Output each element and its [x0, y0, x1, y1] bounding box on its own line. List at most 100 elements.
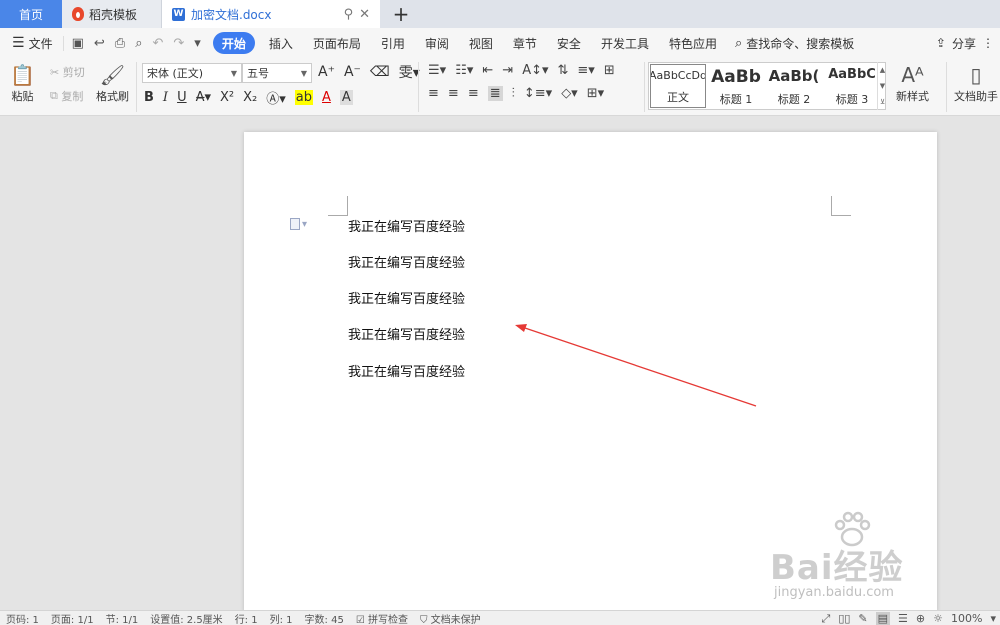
zoom-level[interactable]: 100%	[951, 612, 982, 625]
status-page-number[interactable]: 页码: 1	[0, 611, 45, 625]
status-section[interactable]: 节: 1/1	[100, 611, 145, 625]
paragraph-marker[interactable]: ▾	[290, 218, 307, 230]
menu-item-review[interactable]: 审阅	[415, 32, 459, 54]
distributed-icon[interactable]: ⫶	[512, 86, 515, 101]
document-line[interactable]: 我正在编写百度经验	[348, 288, 465, 307]
text-direction-icon[interactable]: A↕▾	[522, 63, 548, 78]
increase-indent-icon[interactable]: ⇥	[502, 63, 513, 78]
file-menu-button[interactable]: ☰ 文件	[0, 35, 63, 52]
tab-document[interactable]: W 加密文档.docx ⚲ ✕	[162, 0, 380, 28]
chevron-down-icon[interactable]: ▼	[880, 82, 885, 90]
fullscreen-icon[interactable]: ⤢	[822, 612, 831, 625]
italic-button[interactable]: I	[163, 90, 168, 105]
eye-protect-icon[interactable]: ☼	[933, 612, 943, 625]
status-row[interactable]: 行: 1	[229, 611, 264, 625]
cut-button[interactable]: ✂ 剪切	[50, 64, 85, 80]
web-view-icon[interactable]: ⊕	[916, 612, 925, 625]
spell-check-button[interactable]: ☑ 拼写检查	[350, 611, 414, 625]
subscript-icon[interactable]: X₂	[243, 90, 257, 105]
menu-item-security[interactable]: 安全	[547, 32, 591, 54]
close-icon[interactable]: ✕	[359, 7, 370, 22]
font-size-select[interactable]: 五号 ▼	[242, 63, 312, 83]
text-effect-icon[interactable]: Ⓐ▾	[266, 88, 286, 107]
command-search[interactable]: ⌕ 查找命令、搜索模板	[727, 35, 862, 52]
redo-icon[interactable]: ↷	[173, 36, 184, 51]
menu-item-layout[interactable]: 页面布局	[303, 32, 371, 54]
menu-item-developer[interactable]: 开发工具	[591, 32, 659, 54]
expand-icon[interactable]: ⊻	[880, 98, 885, 106]
clear-format-icon[interactable]: ⌫	[370, 64, 390, 80]
line-spacing-icon[interactable]: ↕≡▾	[524, 86, 552, 101]
char-shading-icon[interactable]: A	[339, 90, 353, 105]
font-name-select[interactable]: 宋体 (正文) ▼	[142, 63, 242, 83]
style-heading-1[interactable]: AaBb 标题 1	[707, 63, 765, 109]
status-pages[interactable]: 页面: 1/1	[45, 611, 100, 625]
superscript-icon[interactable]: X²	[220, 90, 234, 105]
paste-button[interactable]: 📋 粘贴	[10, 62, 35, 104]
menu-item-references[interactable]: 引用	[371, 32, 415, 54]
shrink-font-icon[interactable]: A⁻	[344, 64, 361, 80]
grow-font-icon[interactable]: A⁺	[318, 64, 335, 80]
document-line[interactable]: 我正在编写百度经验	[348, 361, 465, 380]
tab-template[interactable]: 稻壳模板	[62, 0, 162, 28]
highlight-icon[interactable]: ab	[294, 90, 313, 105]
style-heading-2[interactable]: AaBb( 标题 2	[765, 63, 823, 109]
sort-icon[interactable]: ⇅	[558, 63, 569, 78]
chevron-up-icon[interactable]: ▲	[880, 66, 885, 74]
menu-item-home[interactable]: 开始	[212, 32, 255, 54]
save-icon[interactable]: ▣	[72, 36, 84, 51]
customize-qa-icon[interactable]: ▾	[194, 36, 201, 51]
print-icon[interactable]: ⎙	[115, 36, 125, 51]
chevron-down-icon[interactable]: ▾	[990, 612, 996, 625]
styles-scroll[interactable]: ▲ ▼ ⊻	[877, 62, 887, 110]
font-color-icon[interactable]: A	[322, 90, 331, 105]
chevron-down-icon: ▾	[302, 218, 308, 230]
copy-button[interactable]: ⧉ 复制	[50, 88, 83, 104]
underline-button[interactable]: U	[177, 90, 187, 105]
align-right-icon[interactable]: ≡	[468, 86, 479, 101]
share-button[interactable]: 分享	[952, 35, 976, 52]
tab-home[interactable]: 首页	[0, 0, 62, 28]
status-word-count[interactable]: 字数: 45	[299, 611, 350, 625]
reading-mode-icon[interactable]: ▯▯	[838, 612, 850, 625]
undo-icon[interactable]: ↶	[152, 36, 163, 51]
document-line[interactable]: 我正在编写百度经验	[348, 324, 465, 343]
doc-protect-button[interactable]: ⛉ 文档未保护	[414, 611, 487, 625]
bullets-icon[interactable]: ☰▾	[428, 63, 446, 78]
style-sample: AaBbCcDd	[650, 69, 706, 82]
align-left-icon[interactable]: ≡	[428, 86, 439, 101]
redo-format-icon[interactable]: ↩	[94, 36, 105, 51]
print-preview-icon[interactable]: ⌕	[135, 36, 142, 51]
document-line[interactable]: 我正在编写百度经验	[348, 252, 465, 271]
phonetic-icon[interactable]: 雯▾	[399, 62, 420, 82]
tab-document-label: 加密文档.docx	[191, 7, 272, 22]
table-border-icon[interactable]: ⊞	[604, 63, 615, 78]
status-col[interactable]: 列: 1	[264, 611, 299, 625]
pin-icon[interactable]: ⚲	[344, 7, 354, 22]
style-normal[interactable]: AaBbCcDd 正文	[650, 64, 706, 108]
new-style-button[interactable]: Aᴬ 新样式	[896, 62, 929, 104]
new-tab-button[interactable]: +	[386, 0, 416, 28]
outline-view-icon[interactable]: ☰	[898, 612, 908, 625]
format-painter-button[interactable]: 🖌 格式刷	[96, 62, 129, 104]
decrease-indent-icon[interactable]: ⇤	[482, 63, 493, 78]
status-setting[interactable]: 设置值: 2.5厘米	[144, 611, 228, 625]
justify-icon[interactable]: ≣	[487, 86, 503, 101]
document-line[interactable]: 我正在编写百度经验	[348, 216, 465, 235]
bold-button[interactable]: B	[144, 90, 154, 105]
borders-icon[interactable]: ⊞▾	[587, 86, 604, 101]
strikethrough-icon[interactable]: A̶▾	[196, 90, 211, 105]
align-center-icon[interactable]: ≡	[448, 86, 459, 101]
menu-item-view[interactable]: 视图	[459, 32, 503, 54]
page-view-icon[interactable]: ▤	[875, 612, 891, 625]
doc-assistant-button[interactable]: ▯ 文档助手	[954, 62, 998, 104]
more-icon[interactable]: ⋮	[982, 36, 994, 50]
menu-item-insert[interactable]: 插入	[259, 32, 303, 54]
shading-icon[interactable]: ◇▾	[561, 86, 578, 101]
numbering-icon[interactable]: ☷▾	[455, 63, 473, 78]
paragraph-spacing-icon[interactable]: ≡▾	[577, 63, 594, 78]
menu-item-features[interactable]: 特色应用	[659, 32, 727, 54]
edit-mode-icon[interactable]: ✎	[858, 612, 867, 625]
menu-item-section[interactable]: 章节	[503, 32, 547, 54]
style-heading-3[interactable]: AaBbC 标题 3	[823, 63, 881, 109]
